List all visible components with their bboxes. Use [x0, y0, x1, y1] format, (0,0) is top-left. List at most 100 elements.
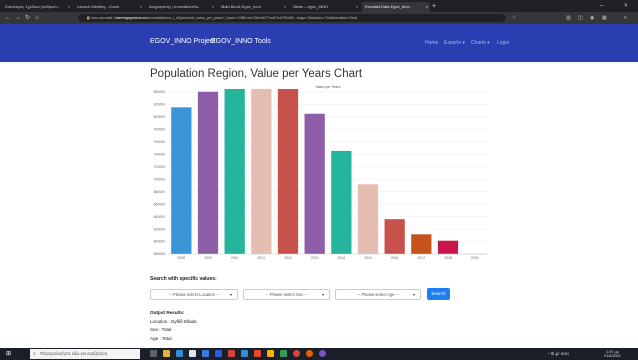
sidebar-icon[interactable]: ◫: [578, 13, 583, 23]
extension-icon[interactable]: ▦: [602, 13, 607, 23]
home-icon[interactable]: ⌂: [35, 13, 39, 23]
y-tick-label: 720000: [154, 165, 165, 169]
age-select[interactable]: -- Please select Age -- ▾: [335, 289, 421, 300]
brand-tools-link[interactable]: EGOV_INNO Tools: [211, 37, 271, 47]
back-icon[interactable]: ←: [5, 13, 11, 23]
x-tick-label: 2013: [311, 256, 319, 260]
browser-tab-active[interactable]: Eurostat Data Egov_Inno ×: [362, 2, 430, 12]
y-tick-label: 800000: [154, 115, 165, 119]
close-window-icon[interactable]: ×: [624, 1, 628, 11]
app-icon[interactable]: [228, 350, 235, 357]
close-icon[interactable]: ×: [212, 2, 214, 12]
chart-bar: [251, 89, 272, 254]
app-icon[interactable]: [215, 350, 222, 357]
output-location: Location : Eyθίδ Ellada: [150, 318, 197, 324]
windows-start-icon[interactable]: ⊞: [6, 350, 11, 358]
y-tick-label: 600000: [154, 240, 165, 244]
app-icon[interactable]: [241, 350, 248, 357]
nav-home[interactable]: Home: [425, 38, 438, 48]
clock-date: 21/4/2021: [604, 354, 621, 358]
chart-legend: Value per Years: [315, 85, 340, 89]
browser-tab[interactable]: News – egov_INNO ×: [290, 2, 360, 12]
y-tick-label: 620000: [154, 227, 165, 231]
reload-icon[interactable]: ↻: [25, 13, 30, 23]
chart-bar: [331, 150, 352, 254]
output-results: Output Results: Location : Eyθίδ Ellada …: [150, 309, 197, 343]
edge-icon[interactable]: [176, 350, 183, 357]
browser-tab[interactable]: Διαχειριστής | InnovationHu... ×: [146, 2, 216, 12]
app-icon[interactable]: [267, 350, 274, 357]
search-button[interactable]: Search: [427, 288, 450, 300]
nav-login[interactable]: Login: [497, 38, 509, 48]
tab-title: Launch Meeting - Zoom: [77, 4, 120, 9]
app-icon[interactable]: [254, 350, 261, 357]
chart-bar: [224, 89, 245, 254]
location-select-value: -- Please select Location --: [169, 292, 219, 297]
output-sex: Sex : Total: [150, 327, 172, 332]
close-icon[interactable]: ×: [356, 2, 358, 12]
y-tick-label: 840000: [154, 90, 165, 94]
browser-tab[interactable]: Launch Meeting - Zoom ×: [74, 2, 144, 12]
output-age: Age : Total: [150, 335, 172, 341]
url-field[interactable]: 🔒 inno.eurostat / interregegovinno.eu/eu…: [78, 14, 506, 22]
x-tick-label: 2008: [178, 256, 186, 260]
chrome-icon[interactable]: [293, 350, 300, 357]
y-tick-label: 700000: [154, 177, 165, 181]
extension-icon[interactable]: ◉: [590, 13, 594, 23]
windows-taskbar: ⊞ ⌕ Πληκτρολογήστε εδώ για αναζήτηση ^ ⊞ …: [0, 348, 638, 360]
sex-select-value: -- Please select Sex --: [265, 292, 308, 297]
y-tick-label: 780000: [154, 128, 165, 132]
browser-tab-strip: Κατάλογος Σχεδίων (ανθρωπ... × Launch Mee…: [0, 0, 638, 12]
chart-bar: [464, 253, 485, 255]
search-icon: ⌕: [33, 351, 36, 357]
taskbar-search-input[interactable]: ⌕ Πληκτρολογήστε εδώ για αναζήτηση: [30, 349, 140, 359]
page-title: Population Region, Value per Years Chart: [150, 68, 363, 80]
app-icon[interactable]: [163, 350, 170, 357]
close-icon[interactable]: ×: [68, 2, 70, 12]
nav-exports[interactable]: Exports ▾: [444, 38, 465, 48]
forward-icon[interactable]: →: [15, 13, 21, 23]
location-select[interactable]: -- Please select Location -- ▾: [150, 289, 238, 300]
browser-tab[interactable]: Κατάλογος Σχεδίων (ανθρωπ... ×: [2, 2, 72, 12]
nav-charts[interactable]: Charts ▾: [471, 38, 490, 48]
new-tab-button[interactable]: +: [432, 2, 436, 11]
x-tick-label: 2009: [204, 256, 212, 260]
y-tick-label: 760000: [154, 140, 165, 144]
y-tick-label: 660000: [154, 202, 165, 206]
chart-bar: [384, 219, 405, 254]
tab-title: Eurostat Data Egov_Inno: [365, 4, 410, 9]
library-icon[interactable]: ▥: [566, 13, 571, 23]
chevron-down-icon: ▾: [321, 292, 324, 297]
app-icon[interactable]: [280, 350, 287, 357]
sex-select[interactable]: -- Please select Sex -- ▾: [243, 289, 330, 300]
browser-tab[interactable]: Main Block Egov_Inno ×: [218, 2, 288, 12]
x-tick-label: 2015: [364, 256, 372, 260]
x-tick-label: 2016: [391, 256, 399, 260]
chart-bar: [411, 234, 432, 254]
task-view-icon[interactable]: [150, 350, 157, 357]
chart-bar: [277, 89, 299, 254]
tab-title: Διαχειριστής | InnovationHu...: [149, 4, 202, 9]
brand-project-link[interactable]: EGOV_INNO Project: [150, 37, 215, 47]
close-icon[interactable]: ×: [140, 2, 142, 12]
age-select-value: -- Please select Age --: [357, 292, 399, 297]
tab-title: Κατάλογος Σχεδίων (ανθρωπ...: [5, 4, 61, 9]
url-host: interregegovinno.eu: [115, 16, 148, 20]
close-icon[interactable]: ×: [284, 2, 286, 12]
x-tick-label: 2011: [258, 256, 265, 260]
app-icon[interactable]: [319, 350, 326, 357]
x-tick-label: 2019: [471, 256, 479, 260]
menu-icon[interactable]: ≡: [624, 13, 627, 23]
close-icon[interactable]: ×: [426, 2, 428, 12]
bookmark-star-icon[interactable]: ☆: [512, 13, 516, 23]
firefox-icon[interactable]: [306, 350, 313, 357]
address-bar: ← → ↻ ⌂ 🔒 inno.eurostat / interregegovin…: [0, 12, 638, 24]
x-tick-label: 2018: [444, 256, 452, 260]
system-tray[interactable]: ^ ⊞ 🔊 ENG: [548, 350, 569, 358]
app-icon[interactable]: [202, 350, 209, 357]
url-prefix: inno.eurostat /: [91, 16, 116, 20]
app-icon[interactable]: [189, 350, 196, 357]
tab-title: News – egov_INNO: [293, 4, 329, 9]
minimize-icon[interactable]: –: [600, 1, 603, 11]
clock[interactable]: 1:57 μμ 21/4/2021: [604, 350, 621, 358]
